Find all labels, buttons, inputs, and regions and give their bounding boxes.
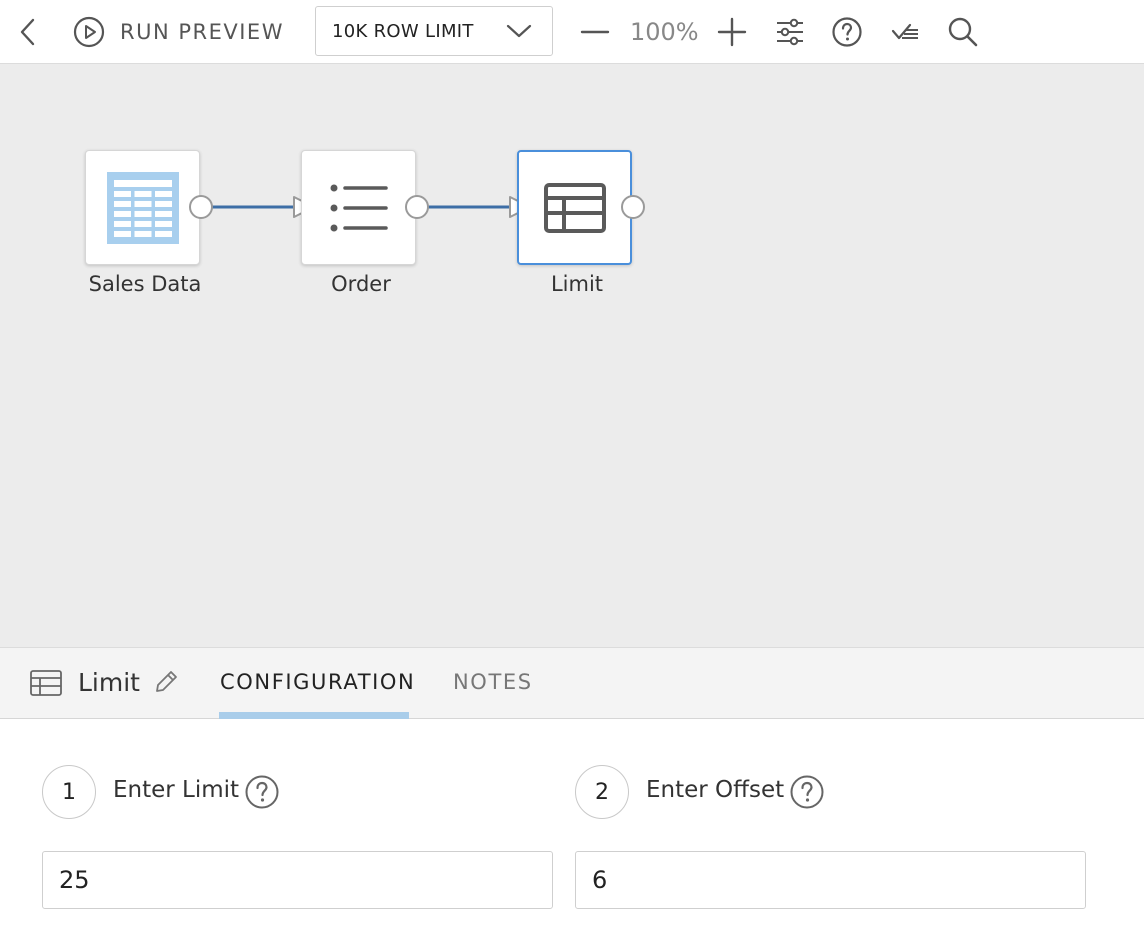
output-port[interactable] (405, 195, 429, 219)
step-badge: 1 (42, 765, 96, 819)
play-circle-icon (73, 16, 105, 48)
search-button[interactable] (944, 14, 982, 50)
run-preview-label: RUN PREVIEW (120, 20, 284, 44)
checklist-icon (891, 23, 918, 40)
limit-input[interactable] (42, 851, 553, 909)
help-icon (832, 17, 862, 47)
chevron-down-icon (506, 24, 532, 38)
search-icon (948, 17, 978, 47)
node-label: Limit (550, 272, 604, 296)
help-icon (245, 775, 279, 809)
offset-help-button[interactable] (789, 774, 825, 815)
validate-button[interactable] (886, 14, 924, 50)
output-port[interactable] (621, 195, 645, 219)
sliders-icon (777, 18, 803, 46)
help-button[interactable] (829, 14, 865, 50)
minus-icon (580, 30, 610, 34)
node-order[interactable] (301, 150, 416, 265)
configuration-panel: 1 Enter Limit 2 Enter Offset (0, 719, 1144, 936)
chevron-left-icon (20, 18, 35, 46)
zoom-out-button[interactable] (578, 14, 612, 50)
settings-button[interactable] (772, 14, 808, 50)
edit-title-button[interactable] (152, 668, 180, 701)
table-data-icon (106, 171, 179, 244)
offset-input[interactable] (575, 851, 1086, 909)
row-limit-value: 10K ROW LIMIT (332, 20, 474, 42)
panel-title: Limit (78, 668, 140, 697)
toolbar: RUN PREVIEW 10K ROW LIMIT 100% (0, 0, 1144, 64)
tab-configuration[interactable]: CONFIGURATION (220, 670, 415, 694)
output-port[interactable] (189, 195, 213, 219)
table-limit-icon (30, 670, 62, 696)
help-icon (790, 775, 824, 809)
active-tab-indicator (219, 712, 409, 719)
zoom-in-button[interactable] (714, 14, 750, 50)
node-label: Order (331, 272, 391, 296)
node-label: Sales Data (88, 272, 202, 296)
node-limit[interactable] (517, 150, 632, 265)
row-limit-select[interactable]: 10K ROW LIMIT (315, 6, 553, 56)
back-button[interactable] (12, 14, 44, 50)
offset-label: Enter Offset (646, 777, 785, 803)
limit-label: Enter Limit (113, 777, 240, 803)
run-preview-button[interactable]: RUN PREVIEW (72, 12, 284, 52)
step-badge: 2 (575, 765, 629, 819)
panel-header: Limit CONFIGURATION NOTES (0, 647, 1144, 719)
limit-help-button[interactable] (244, 774, 280, 815)
pencil-icon (156, 671, 177, 692)
table-limit-icon (543, 182, 606, 233)
zoom-level: 100% (630, 18, 699, 46)
node-sales-data[interactable] (85, 150, 200, 265)
tab-notes[interactable]: NOTES (453, 670, 533, 694)
workflow-canvas[interactable]: Sales Data Order Limit (0, 64, 1144, 647)
plus-icon (717, 17, 747, 47)
list-icon (330, 184, 388, 231)
